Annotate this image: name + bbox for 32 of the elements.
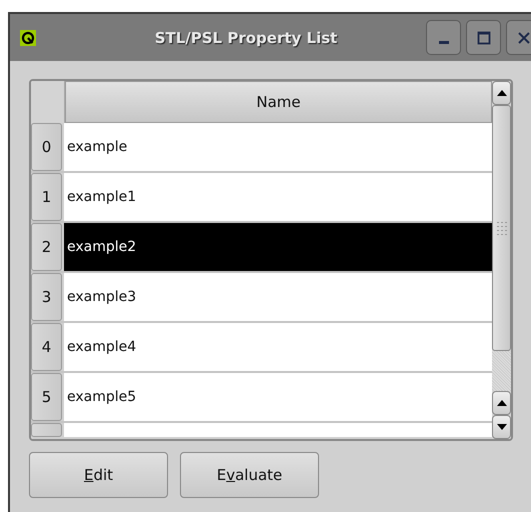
row-header[interactable]: 4 (31, 323, 62, 371)
app-logo-icon (20, 30, 36, 46)
up-arrow-icon (496, 400, 506, 406)
edit-button[interactable]: Edit (29, 452, 168, 498)
row-header[interactable]: 2 (31, 223, 62, 271)
table-cell[interactable]: example2 (64, 223, 492, 271)
down-arrow-icon (496, 424, 506, 430)
close-icon (516, 30, 530, 44)
evaluate-button[interactable]: Evaluate (180, 452, 319, 498)
row-header[interactable]: 1 (31, 173, 62, 221)
table-cell[interactable]: example3 (64, 273, 492, 321)
column-header[interactable]: Name (65, 81, 492, 123)
row-header[interactable]: 5 (31, 373, 62, 421)
scroll-up-button[interactable] (492, 81, 511, 105)
minimize-icon (438, 40, 448, 44)
scroll-thumb[interactable] (492, 105, 511, 351)
table-cell[interactable]: example5 (64, 373, 492, 421)
table-cell[interactable] (64, 423, 492, 437)
scroll-up-button[interactable] (492, 391, 511, 415)
scrollbar[interactable] (492, 81, 511, 439)
table-cell[interactable]: example4 (64, 323, 492, 371)
maximize-icon (476, 30, 490, 44)
up-arrow-icon (496, 90, 506, 96)
table-cell[interactable]: example1 (64, 173, 492, 221)
minimize-button[interactable] (426, 20, 461, 55)
window-title: STL/PSL Property List (154, 28, 338, 46)
maximize-button[interactable] (466, 20, 501, 55)
row-header[interactable]: 3 (31, 273, 62, 321)
row-header[interactable]: 0 (31, 123, 62, 171)
scroll-down-button[interactable] (492, 415, 511, 439)
close-button[interactable] (506, 20, 531, 55)
table-cell[interactable]: example (64, 123, 492, 171)
